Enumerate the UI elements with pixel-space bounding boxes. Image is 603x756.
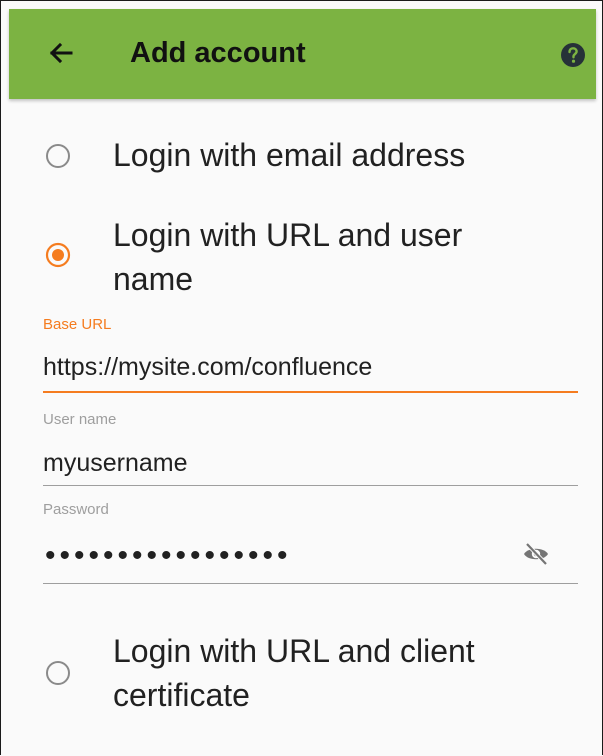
username-input[interactable]: myusername xyxy=(43,449,188,478)
base-url-underline xyxy=(43,391,578,393)
screen: Add account Login with email address Log… xyxy=(0,0,603,755)
page-title: Add account xyxy=(130,37,306,69)
help-button[interactable] xyxy=(560,42,586,68)
password-underline xyxy=(43,583,578,584)
username-underline xyxy=(43,485,578,486)
username-label: User name xyxy=(43,411,117,428)
base-url-input[interactable]: https://mysite.com/confluence xyxy=(43,353,372,382)
password-label: Password xyxy=(43,501,109,518)
toggle-password-visibility-button[interactable] xyxy=(521,539,551,569)
option-label-email: Login with email address xyxy=(113,137,466,173)
app-bar: Add account xyxy=(9,9,596,99)
radio-checked-icon[interactable] xyxy=(45,242,71,268)
option-login-url-username[interactable]: Login with URL and user name xyxy=(1,211,602,301)
radio-unchecked-icon[interactable] xyxy=(45,660,71,686)
option-label-url-certificate: Login with URL and client certificate xyxy=(113,633,475,713)
radio-unchecked-icon[interactable] xyxy=(45,143,71,169)
eye-off-icon xyxy=(524,542,548,566)
back-button[interactable] xyxy=(41,33,81,73)
arrow-left-icon xyxy=(49,42,73,64)
option-label-url-username: Login with URL and user name xyxy=(113,217,463,297)
password-input[interactable]: ••••••••••••••••• xyxy=(45,541,292,571)
option-login-email[interactable]: Login with email address xyxy=(1,131,602,181)
help-circle-icon xyxy=(561,43,585,67)
option-login-url-certificate[interactable]: Login with URL and client certificate xyxy=(1,627,602,717)
base-url-label: Base URL xyxy=(43,316,112,333)
